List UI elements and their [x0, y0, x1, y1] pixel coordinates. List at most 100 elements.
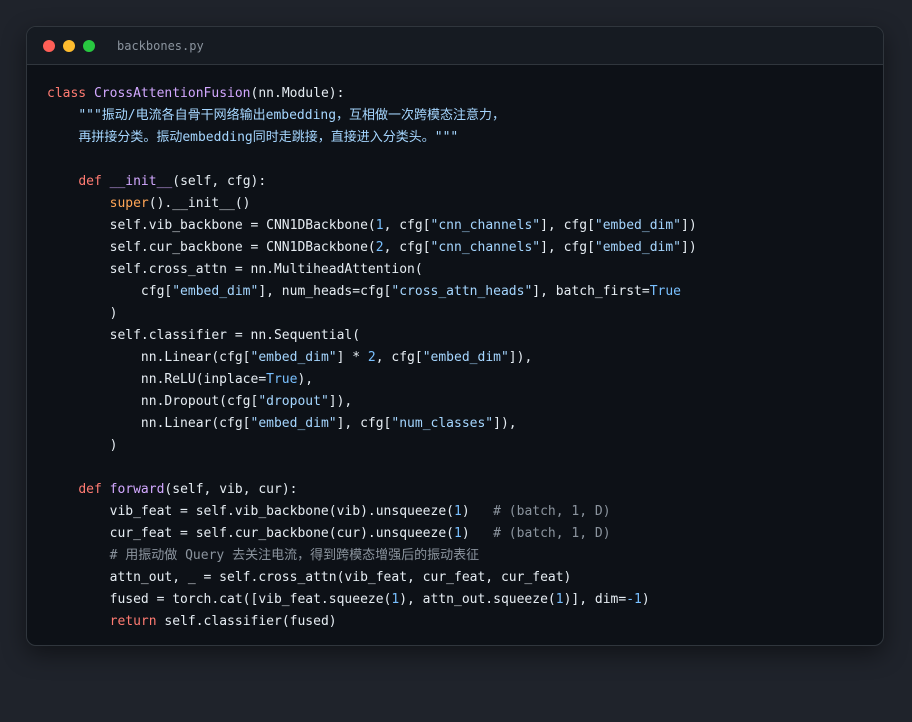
code-token: fused = torch.cat([vib_feat.squeeze(	[47, 592, 392, 607]
code-token: (self, cfg):	[172, 174, 267, 189]
code-token: "embed_dim"	[250, 416, 337, 431]
code-token: 1	[454, 526, 462, 541]
code-token: return	[109, 614, 165, 629]
code-token: True	[266, 372, 298, 387]
code-token: "embed_dim"	[594, 218, 681, 233]
code-token: self.classifier = nn.Sequential(	[47, 328, 361, 343]
code-line: # 用振动做 Query 去关注电流，得到跨模态增强后的振动表征	[47, 545, 873, 567]
code-token: )	[47, 438, 118, 453]
code-token: def	[78, 174, 110, 189]
file-name: backbones.py	[117, 38, 204, 53]
code-token: ] *	[336, 350, 368, 365]
code-token: "cross_attn_heads"	[391, 284, 533, 299]
code-token: (nn.Module):	[250, 86, 345, 101]
code-line: self.cross_attn = nn.MultiheadAttention(	[47, 259, 873, 281]
code-token: cur_feat = self.cur_backbone(cur).unsque…	[47, 526, 454, 541]
code-token: , cfg[	[383, 240, 431, 255]
code-window: backbones.py class CrossAttentionFusion(…	[26, 26, 884, 646]
code-line: nn.Dropout(cfg["dropout"]),	[47, 391, 873, 413]
maximize-window-icon[interactable]	[83, 39, 95, 52]
code-token: "cnn_channels"	[430, 240, 541, 255]
code-token: class	[47, 86, 94, 101]
code-line: class CrossAttentionFusion(nn.Module):	[47, 83, 873, 105]
code-token: CrossAttentionFusion	[93, 86, 251, 101]
code-block: class CrossAttentionFusion(nn.Module): "…	[47, 83, 873, 633]
code-token: "cnn_channels"	[430, 218, 541, 233]
code-token: )	[641, 592, 650, 607]
code-token: def	[78, 482, 110, 497]
code-token: ]),	[328, 394, 353, 409]
code-token: )	[47, 306, 118, 321]
code-token: ], cfg[	[540, 240, 595, 255]
code-token: ]),	[508, 350, 533, 365]
code-token: self.cur_backbone = CNN1DBackbone(	[47, 240, 376, 255]
code-line: fused = torch.cat([vib_feat.squeeze( 1), …	[47, 589, 873, 611]
code-line: nn.ReLU(inplace=True),	[47, 369, 873, 391]
code-line: nn.Linear(cfg["embed_dim"], cfg["num_cla…	[47, 413, 873, 435]
code-line: super().__init__()	[47, 193, 873, 215]
code-token: 2	[375, 240, 384, 255]
code-token: ().__init__()	[148, 196, 251, 211]
code-token: ], batch_first=	[532, 284, 650, 299]
code-token: super	[109, 196, 149, 211]
code-token: "dropout"	[258, 394, 329, 409]
code-token: "embed_dim"	[250, 350, 337, 365]
code-token: True	[649, 284, 681, 299]
code-token: , cfg[	[383, 218, 431, 233]
code-token: )], dim=	[563, 592, 627, 607]
code-token: vib_feat = self.vib_backbone(vib).unsque…	[47, 504, 454, 519]
code-line: cur_feat = self.cur_backbone(cur).unsque…	[47, 523, 873, 545]
code-token: attn_out, _ = self.cross_attn(vib_feat, …	[47, 570, 572, 585]
code-token: # (batch, 1, D)	[493, 526, 611, 541]
code-token: -1	[626, 592, 642, 607]
code-token: ]),	[493, 416, 517, 431]
code-token: )	[461, 526, 494, 541]
code-line: vib_feat = self.vib_backbone(vib).unsque…	[47, 501, 873, 523]
code-token: ), attn_out.squeeze(	[399, 592, 556, 607]
code-token: ),	[297, 372, 314, 387]
code-token: (self, vib, cur):	[164, 482, 298, 497]
code-token: ], cfg[	[336, 416, 392, 431]
code-token: 再拼接分类。振动embedding同时走跳接，直接进入分类头。"""	[78, 130, 459, 145]
code-token: __init__	[109, 174, 173, 189]
code-line: )	[47, 435, 873, 457]
code-line: cfg["embed_dim"], num_heads=cfg["cross_a…	[47, 281, 873, 303]
code-token: )	[461, 504, 494, 519]
code-line: attn_out, _ = self.cross_attn(vib_feat, …	[47, 567, 873, 589]
code-token: # (batch, 1, D)	[493, 504, 611, 519]
code-line: self.cur_backbone = CNN1DBackbone(2, cfg…	[47, 237, 873, 259]
close-window-icon[interactable]	[43, 39, 55, 52]
code-token: ], cfg[	[540, 218, 595, 233]
code-token: cfg[	[47, 284, 173, 299]
code-token: ])	[681, 218, 697, 233]
code-token: 1	[375, 218, 384, 233]
code-token: 1	[555, 592, 564, 607]
code-token: nn.Linear(cfg[	[47, 350, 251, 365]
code-token: "embed_dim"	[172, 284, 259, 299]
code-token: self.cross_attn = nn.MultiheadAttention(	[47, 262, 423, 277]
code-token: "embed_dim"	[594, 240, 681, 255]
code-line: return self.classifier(fused)	[47, 611, 873, 633]
code-token: ], num_heads=cfg[	[258, 284, 392, 299]
code-line: self.classifier = nn.Sequential(	[47, 325, 873, 347]
code-token: 1	[454, 504, 462, 519]
code-line: nn.Linear(cfg["embed_dim"] * 2, cfg["emb…	[47, 347, 873, 369]
minimize-window-icon[interactable]	[63, 39, 75, 52]
code-token: """振动/电流各自骨干网络输出embedding，互相做一次跨模态注意力，	[78, 108, 506, 123]
code-token: nn.Dropout(cfg[	[47, 394, 259, 409]
code-line: """振动/电流各自骨干网络输出embedding，互相做一次跨模态注意力，	[47, 105, 873, 127]
code-token: ])	[681, 240, 697, 255]
code-token: 2	[367, 350, 376, 365]
code-token: "num_classes"	[391, 416, 494, 431]
code-token: "embed_dim"	[422, 350, 509, 365]
code-token: # 用振动做 Query 去关注电流，得到跨模态增强后的振动表征	[109, 548, 480, 563]
code-line: def forward(self, vib, cur):	[47, 479, 873, 501]
